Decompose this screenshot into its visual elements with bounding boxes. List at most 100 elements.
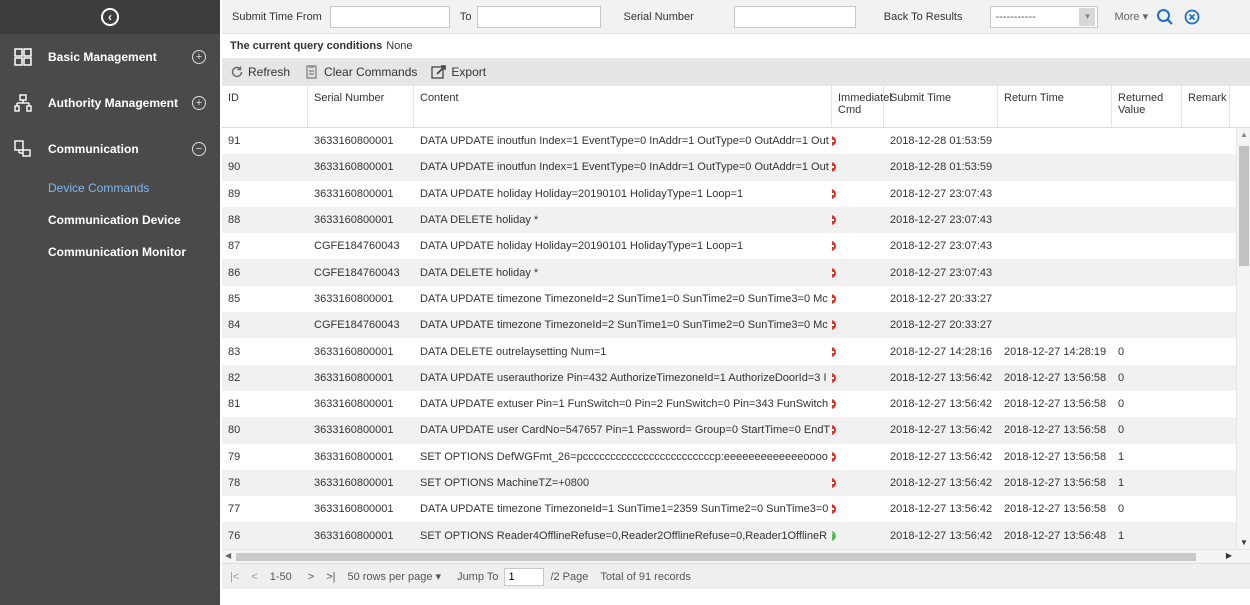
- sidebar-item-communication-device[interactable]: Communication Device: [0, 204, 220, 236]
- col-header-content[interactable]: Content: [414, 86, 832, 127]
- submit-time-to-input[interactable]: [477, 5, 602, 28]
- menu-label: Communication: [48, 142, 139, 156]
- cell-content: SET OPTIONS MachineTZ=+0800: [420, 477, 590, 489]
- cell-submit-time: 2018-12-27 23:07:43: [890, 240, 993, 253]
- close-circle-icon[interactable]: [1184, 9, 1200, 25]
- scroll-up-icon[interactable]: ▲: [1239, 130, 1249, 139]
- last-page-button[interactable]: >|: [326, 571, 335, 583]
- table-row[interactable]: 83 3633160800001 DATA DELETE outrelaysetti…: [222, 338, 1250, 364]
- cell-id: 89: [228, 187, 241, 200]
- table-row[interactable]: 90 3633160800001 DATA UPDATE inoutfun Inde…: [222, 154, 1250, 181]
- cell-returned-value: 0: [1118, 371, 1125, 384]
- cell-returned-value: 1: [1118, 477, 1125, 489]
- jump-to-input[interactable]: [504, 567, 545, 586]
- col-header-returned-value[interactable]: Returned Value: [1112, 86, 1182, 127]
- horizontal-scrollbar[interactable]: ◀ ▶: [222, 549, 1250, 563]
- table-row[interactable]: 82 3633160800001 DATA UPDATE userauthorize…: [222, 364, 1250, 391]
- table-row[interactable]: 87 CGFE184760043 DATA UPDATE holiday Holid…: [222, 233, 1250, 259]
- cell-returned-value: 0: [1118, 398, 1125, 411]
- table-row[interactable]: 84 CGFE184760043 DATA UPDATE timezone Time…: [222, 312, 1250, 339]
- back-to-results-label: Back To Results: [883, 10, 963, 23]
- cell-id: 78: [228, 477, 241, 489]
- org-chart-icon: [12, 92, 34, 114]
- table-row[interactable]: 88 3633160800001 DATA DELETE holiday * 2018…: [222, 206, 1250, 234]
- menu-basic-management[interactable]: Basic Management +: [0, 34, 220, 80]
- total-records: Total of 91 records: [600, 570, 691, 583]
- cell-submit-time: 2018-12-27 20:33:27: [890, 319, 993, 332]
- cell-return-time: 2018-12-27 13:56:58: [1004, 424, 1107, 437]
- cell-content: DATA UPDATE timezone TimezoneId=2 SunTim…: [420, 319, 828, 332]
- scroll-left-icon[interactable]: ◀: [225, 551, 231, 560]
- table-row[interactable]: 91 3633160800001 DATA UPDATE inoutfun Inde…: [222, 128, 1250, 154]
- clear-commands-button[interactable]: Clear Commands: [304, 64, 417, 80]
- col-header-return-time[interactable]: Return Time: [998, 86, 1112, 127]
- next-page-button[interactable]: >: [308, 571, 314, 583]
- table-row[interactable]: 89 3633160800001 DATA UPDATE holiday Holid…: [222, 181, 1250, 207]
- prev-page-button[interactable]: <: [251, 571, 257, 583]
- sidebar-item-device-commands[interactable]: Device Commands: [0, 172, 220, 204]
- col-header-immediate[interactable]: Immediatel Cmd: [832, 86, 892, 127]
- status-pending-icon: [832, 372, 836, 383]
- status-pending-icon: [832, 188, 836, 199]
- first-page-button[interactable]: |<: [230, 571, 239, 583]
- export-button[interactable]: Export: [431, 64, 486, 80]
- refresh-button[interactable]: Refresh: [230, 65, 290, 79]
- table-row[interactable]: 79 3633160800001 SET OPTIONS DefWGFmt_26=p…: [222, 444, 1250, 470]
- table-row[interactable]: 85 3633160800001 DATA UPDATE timezone Time…: [222, 286, 1250, 312]
- table-row[interactable]: 80 3633160800001 DATA UPDATE user CardNo=5…: [222, 417, 1250, 444]
- scroll-thumb[interactable]: [1239, 146, 1249, 266]
- cell-serial: 3633160800001: [314, 424, 394, 437]
- sidebar-item-communication-monitor[interactable]: Communication Monitor: [0, 236, 220, 268]
- serial-number-input[interactable]: [733, 5, 856, 28]
- submit-time-from-input[interactable]: [329, 5, 450, 28]
- menu-communication[interactable]: Communication −: [0, 126, 220, 172]
- menu-authority-management[interactable]: Authority Management +: [0, 80, 220, 126]
- cell-content: DATA UPDATE userauthorize Pin=432 Author…: [420, 371, 827, 384]
- col-header-serial[interactable]: Serial Number: [308, 86, 414, 127]
- table-row[interactable]: 76 3633160800001 SET OPTIONS Reader4Offlin…: [222, 522, 1250, 549]
- cell-serial: 3633160800001: [314, 345, 394, 358]
- cell-return-time: 2018-12-27 13:56:58: [1004, 503, 1107, 516]
- cell-id: 85: [228, 292, 241, 305]
- table-row[interactable]: 77 3633160800001 DATA UPDATE timezone Time…: [222, 496, 1250, 522]
- table-row[interactable]: 78 3633160800001 SET OPTIONS MachineTZ=+08…: [222, 469, 1250, 497]
- cell-content: DATA UPDATE extuser Pin=1 FunSwitch=0 Pi…: [420, 398, 829, 411]
- cell-submit-time: 2018-12-27 13:56:42: [890, 477, 993, 489]
- collapse-icon[interactable]: −: [192, 142, 206, 156]
- collapse-sidebar-icon[interactable]: ‹: [101, 8, 119, 26]
- more-button[interactable]: More ▾: [1114, 10, 1148, 23]
- vertical-scrollbar[interactable]: ▲ ▼: [1236, 128, 1250, 549]
- col-header-id[interactable]: ID: [222, 86, 308, 127]
- rows-per-page-select[interactable]: 50 rows per page ▾: [347, 570, 441, 583]
- cell-id: 91: [228, 135, 241, 148]
- cell-serial: 3633160800001: [314, 161, 394, 174]
- scroll-down-icon[interactable]: ▼: [1239, 538, 1249, 547]
- table-header: ID Serial Number Content Immediatel Cmd …: [222, 86, 1250, 128]
- back-to-results-select[interactable]: ----------- ▼: [990, 5, 1099, 28]
- col-header-remark[interactable]: Remark: [1182, 86, 1230, 127]
- cell-status: [832, 399, 884, 410]
- cell-status: [832, 267, 884, 278]
- table-rows: 91 3633160800001 DATA UPDATE inoutfun Inde…: [222, 128, 1250, 549]
- search-icon[interactable]: [1156, 8, 1174, 26]
- table-row[interactable]: 86 CGFE184760043 DATA DELETE holiday * 2018…: [222, 259, 1250, 286]
- cell-id: 80: [228, 424, 241, 437]
- cell-status: [832, 136, 884, 147]
- more-label: More: [1114, 11, 1140, 23]
- submit-time-from-label: Submit Time From: [232, 10, 322, 23]
- clear-commands-label: Clear Commands: [324, 65, 418, 79]
- cell-return-time: 2018-12-27 13:56:58: [1004, 477, 1107, 489]
- col-header-submit-time[interactable]: Submit Time: [884, 86, 998, 127]
- scroll-right-icon[interactable]: ▶: [1226, 551, 1232, 560]
- cell-content: DATA UPDATE user CardNo=547657 Pin=1 Pas…: [420, 424, 831, 437]
- toolbar: Refresh Clear Commands Export: [222, 58, 1250, 86]
- cell-return-time: 2018-12-27 13:56:58: [1004, 371, 1107, 384]
- menu-label: Basic Management: [48, 50, 157, 64]
- expand-icon[interactable]: +: [192, 50, 206, 64]
- expand-icon[interactable]: +: [192, 96, 206, 110]
- cell-id: 81: [228, 398, 241, 411]
- scroll-thumb[interactable]: [236, 553, 1196, 561]
- cell-return-time: 2018-12-27 13:56:58: [1004, 398, 1107, 411]
- cell-serial: 3633160800001: [314, 292, 394, 305]
- table-row[interactable]: 81 3633160800001 DATA UPDATE extuser Pin=1…: [222, 391, 1250, 417]
